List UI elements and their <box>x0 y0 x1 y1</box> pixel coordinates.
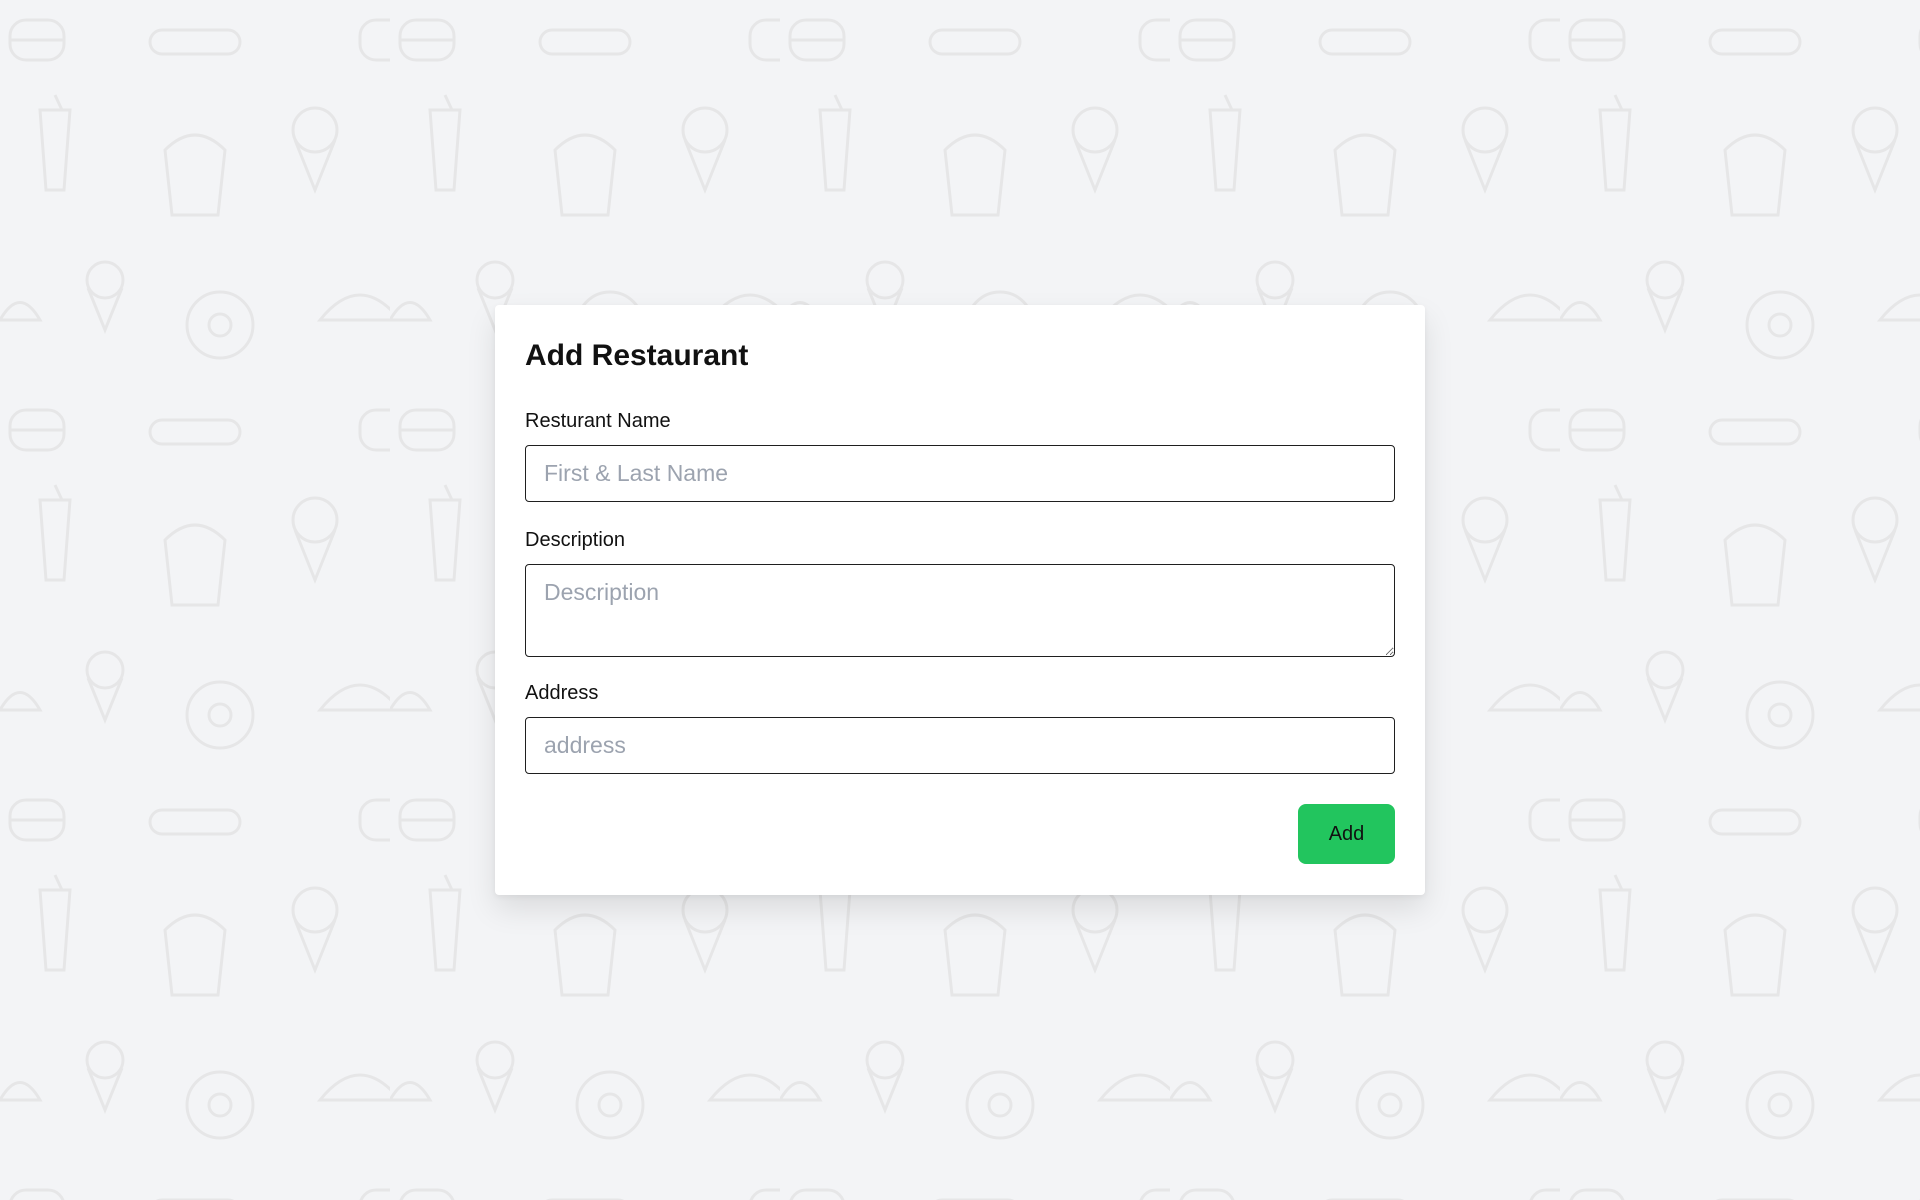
description-label: Description <box>525 529 626 551</box>
add-button[interactable]: Add <box>1298 804 1395 864</box>
add-restaurant-card: Add Restaurant Resturant Name Descriptio… <box>495 305 1425 895</box>
address-label: Address <box>525 682 599 704</box>
restaurant-name-label: Resturant Name <box>525 410 671 432</box>
restaurant-name-input[interactable] <box>525 445 1395 502</box>
address-input[interactable] <box>525 717 1395 774</box>
description-textarea[interactable] <box>525 564 1395 657</box>
page-title: Add Restaurant <box>525 339 749 372</box>
form-actions: Add <box>525 804 1395 864</box>
